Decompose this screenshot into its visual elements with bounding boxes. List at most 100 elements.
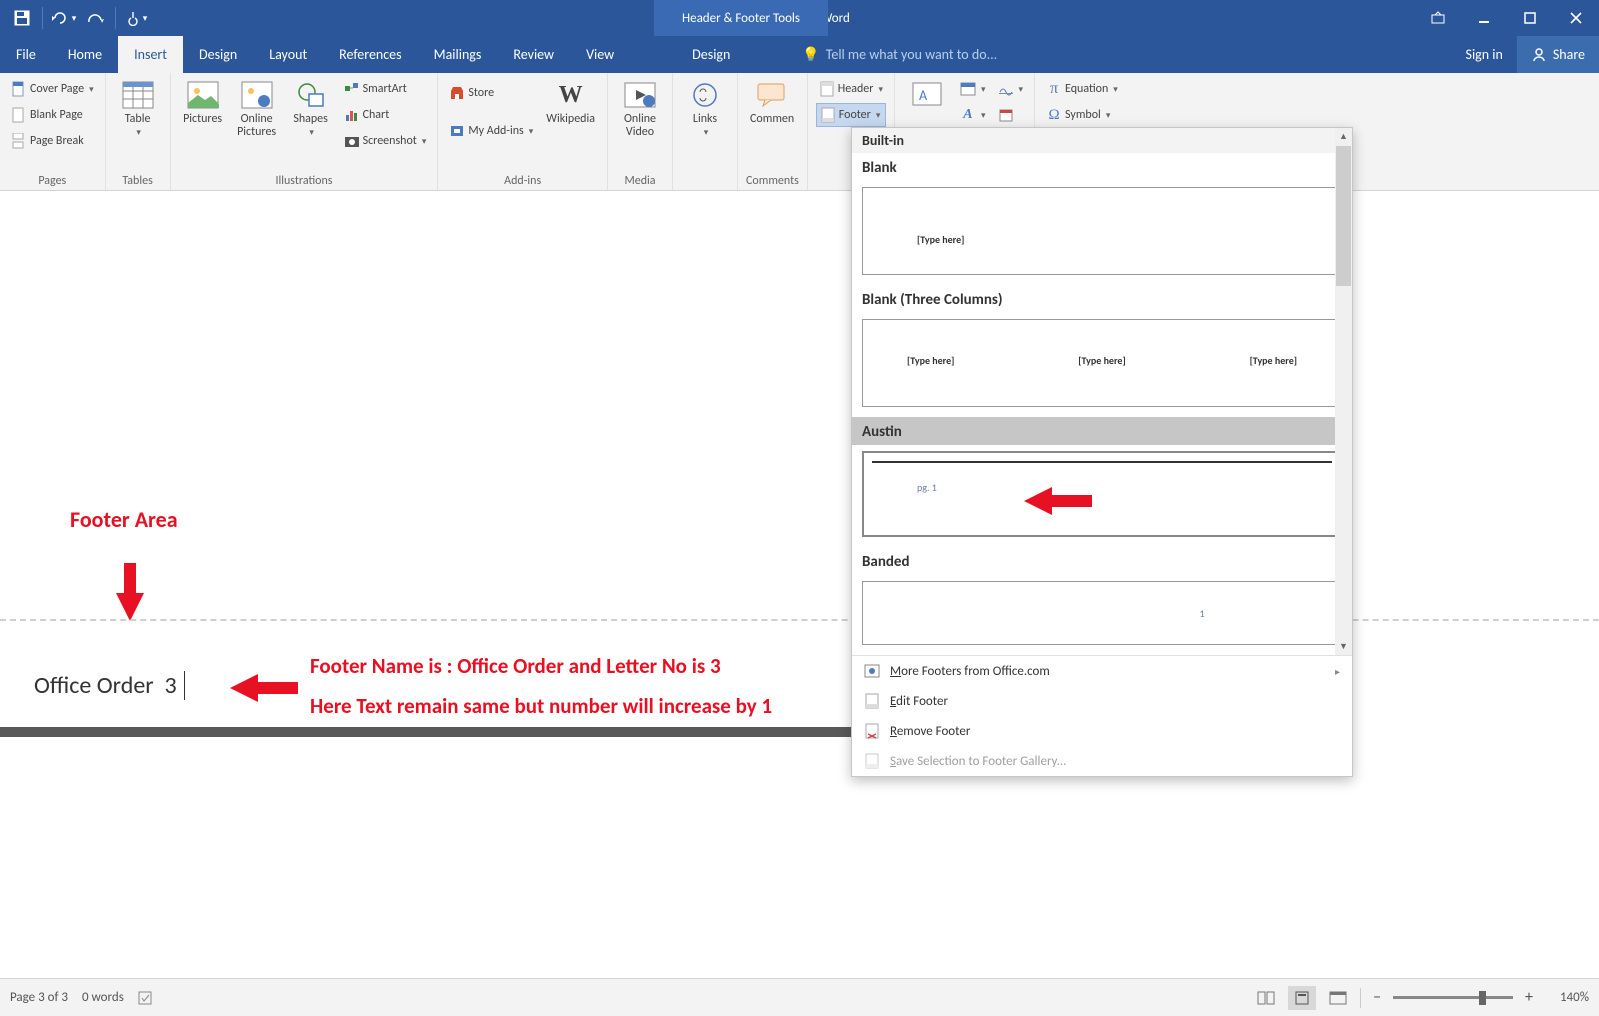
parts-icon <box>960 81 976 97</box>
comment-button[interactable]: Commen <box>746 77 798 128</box>
maximize-button[interactable] <box>1507 0 1553 36</box>
scroll-thumb[interactable] <box>1336 146 1351 286</box>
date-icon <box>998 107 1014 123</box>
header-button[interactable]: Header▾ <box>816 77 886 101</box>
tab-context-design[interactable]: Design <box>650 36 772 73</box>
tab-view[interactable]: View <box>570 36 630 73</box>
tab-references[interactable]: References <box>323 36 417 73</box>
tab-review[interactable]: Review <box>497 36 570 73</box>
gallery-item-austin-title: Austin <box>852 417 1352 445</box>
online-video-button[interactable]: OnlineVideo <box>616 77 664 141</box>
quick-parts-button[interactable]: ▾ <box>957 77 989 101</box>
footer-content[interactable]: Office Order 3 <box>34 671 185 700</box>
more-footers-button[interactable]: More Footers from Office.com ▸ <box>852 656 1352 686</box>
bulb-icon: 💡 <box>802 46 819 63</box>
office-icon <box>864 663 880 679</box>
pictures-button[interactable]: Pictures <box>179 77 227 128</box>
gallery-item-austin[interactable]: pg. 1 <box>862 451 1342 537</box>
links-button[interactable]: Links▾ <box>681 77 729 141</box>
wikipedia-button[interactable]: WWikipedia <box>542 77 599 128</box>
tab-design[interactable]: Design <box>183 36 253 73</box>
break-icon <box>11 133 27 149</box>
signature-icon <box>998 81 1014 97</box>
wordart-icon: A <box>960 107 976 123</box>
zoom-level[interactable]: 140% <box>1545 990 1589 1005</box>
symbol-button[interactable]: ΩSymbol▾ <box>1043 103 1121 127</box>
footer-button[interactable]: Footer▾ <box>816 103 886 127</box>
table-button[interactable]: Table▾ <box>114 77 162 141</box>
remove-footer-button[interactable]: Remove Footer <box>852 716 1352 746</box>
online-pictures-button[interactable]: OnlinePictures <box>233 77 281 141</box>
share-button[interactable]: Share <box>1517 36 1599 73</box>
scroll-up-icon[interactable]: ▲ <box>1335 128 1352 145</box>
svg-text:A: A <box>919 87 928 104</box>
page-break-button[interactable]: Page Break <box>8 129 97 153</box>
status-bar: Page 3 of 3 0 words − + 140% <box>0 978 1599 1016</box>
equation-button[interactable]: πEquation▾ <box>1043 77 1121 101</box>
separator <box>115 7 116 29</box>
zoom-in-button[interactable]: + <box>1521 988 1537 1007</box>
remove-icon <box>864 723 880 739</box>
gallery-scrollbar[interactable]: ▲ ▼ <box>1335 128 1352 655</box>
page-indicator[interactable]: Page 3 of 3 <box>10 990 68 1005</box>
arrow-left-icon <box>1024 487 1052 515</box>
online-picture-icon <box>241 79 273 111</box>
gallery-item-banded[interactable]: 1 <box>862 581 1342 645</box>
page-bottom-edge <box>0 727 875 737</box>
redo-button[interactable] <box>81 4 109 32</box>
footer-gallery-dropdown: Built-in Blank [Type here] Blank (Three … <box>851 127 1353 777</box>
zoom-slider[interactable] <box>1393 996 1513 999</box>
tab-mailings[interactable]: Mailings <box>418 36 498 73</box>
smartart-icon <box>344 81 360 97</box>
text-box-button[interactable]: A <box>903 77 951 113</box>
my-addins-button[interactable]: My Add-ins▾ <box>446 119 536 143</box>
signin-link[interactable]: Sign in <box>1452 36 1517 73</box>
read-mode-button[interactable] <box>1252 986 1280 1010</box>
share-icon <box>1531 47 1547 63</box>
ribbon-options-button[interactable] <box>1415 0 1461 36</box>
smartart-button[interactable]: SmartArt <box>341 77 430 101</box>
word-count[interactable]: 0 words <box>82 990 124 1005</box>
cover-page-button[interactable]: Cover Page▾ <box>8 77 97 101</box>
chevron-right-icon: ▸ <box>1335 665 1340 678</box>
wordart-button[interactable]: A▾ <box>957 103 989 127</box>
gallery-item-blank[interactable]: [Type here] <box>862 187 1342 275</box>
footer-boundary <box>0 619 1599 621</box>
tab-file[interactable]: File <box>0 36 52 73</box>
group-comments: Commen Comments <box>738 73 808 190</box>
edit-footer-button[interactable]: Edit Footer <box>852 686 1352 716</box>
signature-line-button[interactable]: ▾ <box>995 77 1027 101</box>
touch-mode-button[interactable]: ▾ <box>122 4 150 32</box>
print-layout-button[interactable] <box>1288 986 1316 1010</box>
spellcheck-icon[interactable] <box>138 990 156 1006</box>
tab-layout[interactable]: Layout <box>253 36 323 73</box>
store-button[interactable]: Store <box>446 81 536 105</box>
group-links: Links▾ <box>673 73 738 190</box>
shapes-button[interactable]: Shapes▾ <box>287 77 335 141</box>
close-button[interactable] <box>1553 0 1599 36</box>
tell-me-search[interactable]: 💡 Tell me what you want to do... <box>802 36 1451 73</box>
quick-access-toolbar: ▾ ▾ <box>0 4 158 32</box>
undo-button[interactable]: ▾ <box>49 4 77 32</box>
web-layout-button[interactable] <box>1324 986 1352 1010</box>
tell-me-placeholder: Tell me what you want to do... <box>826 46 997 63</box>
gallery-item-blank3[interactable]: [Type here] [Type here] [Type here] <box>862 319 1342 407</box>
save-button[interactable] <box>8 4 36 32</box>
gallery-header-builtin: Built-in <box>852 128 1352 153</box>
group-tables: Table▾ Tables <box>106 73 171 190</box>
date-time-button[interactable] <box>995 103 1027 127</box>
tab-insert[interactable]: Insert <box>118 36 183 73</box>
group-media: OnlineVideo Media <box>608 73 673 190</box>
minimize-button[interactable] <box>1461 0 1507 36</box>
annotation-line2: Here Text remain same but number will in… <box>310 693 772 719</box>
chart-button[interactable]: Chart <box>341 103 430 127</box>
blank-page-button[interactable]: Blank Page <box>8 103 97 127</box>
annotation-line1: Footer Name is : Office Order and Letter… <box>310 653 721 679</box>
zoom-out-button[interactable]: − <box>1369 988 1385 1007</box>
tab-home[interactable]: Home <box>52 36 118 73</box>
save-selection-button: Save Selection to Footer Gallery... <box>852 746 1352 776</box>
scroll-down-icon[interactable]: ▼ <box>1335 638 1352 655</box>
gallery-item-blank3-title: Blank (Three Columns) <box>852 285 1352 313</box>
screenshot-button[interactable]: Screenshot▾ <box>341 129 430 153</box>
ribbon: Cover Page▾ Blank Page Page Break Pages … <box>0 73 1599 191</box>
